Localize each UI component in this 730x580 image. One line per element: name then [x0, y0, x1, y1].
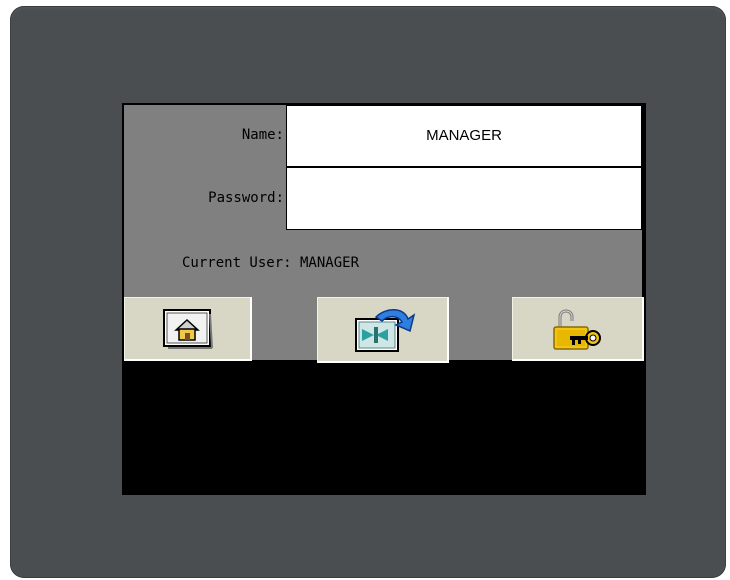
unlock-key-icon	[548, 307, 608, 351]
name-label: Name:	[241, 127, 284, 143]
unlock-button[interactable]	[512, 297, 644, 361]
touch-screen: Name: MANAGER Password: Current User: MA…	[122, 103, 646, 495]
exit-screen-icon	[348, 305, 418, 355]
home-button[interactable]	[124, 297, 252, 361]
hmi-bezel: Name: MANAGER Password: Current User: MA…	[10, 6, 726, 578]
exit-screen-button[interactable]	[317, 297, 449, 363]
current-user-label: Current User: MANAGER	[182, 255, 360, 271]
home-icon	[162, 308, 214, 350]
name-field[interactable]: MANAGER	[286, 105, 642, 167]
password-label: Password:	[208, 190, 284, 206]
password-field[interactable]	[286, 167, 642, 230]
